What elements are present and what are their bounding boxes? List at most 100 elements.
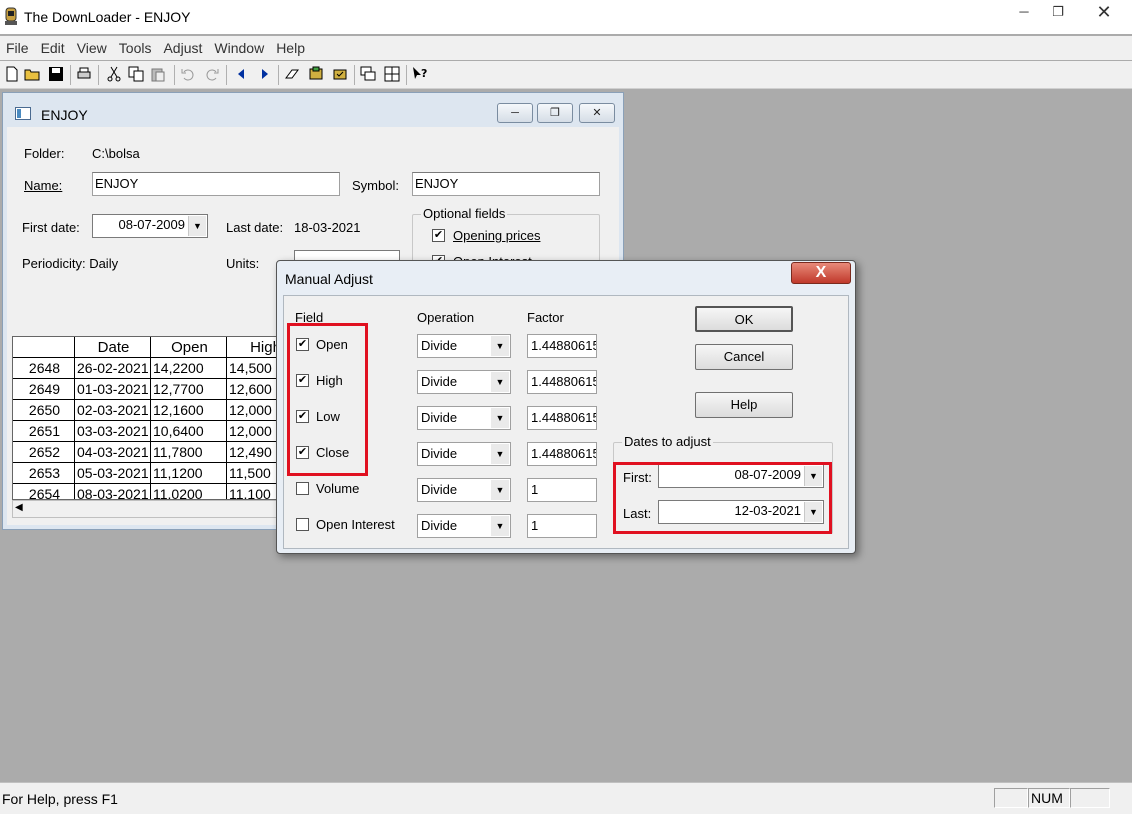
menu-adjust[interactable]: Adjust [157,40,208,56]
context-help-icon[interactable]: ? [412,66,428,82]
grid-cell[interactable]: 11,0200 [151,484,227,499]
dialog-body: Field Operation Factor ✔ Open Divide ▼ 1.448806… [283,295,849,549]
grid-row-number[interactable]: 2650 [13,400,75,421]
copy-icon[interactable] [128,66,144,82]
menu-edit[interactable]: Edit [35,40,71,56]
low-operation-select[interactable]: Divide ▼ [417,406,511,430]
new-file-icon[interactable] [4,66,20,82]
high-operation-select[interactable]: Divide ▼ [417,370,511,394]
grid-horizontal-scrollbar[interactable]: ◀ [12,500,302,518]
grid-corner-header[interactable] [13,337,75,358]
grid-row-number[interactable]: 2651 [13,421,75,442]
close-factor-input[interactable]: 1.44880615 [527,442,597,466]
chevron-down-icon[interactable]: ▼ [491,480,509,500]
undo-icon[interactable] [180,66,196,82]
close-icon[interactable]: ✕ [1080,2,1128,24]
menu-help[interactable]: Help [270,40,311,56]
chevron-down-icon[interactable]: ▼ [188,216,206,236]
grid-column-header[interactable]: Open [151,337,227,358]
grid-column-header[interactable]: Date [75,337,151,358]
menu-file[interactable]: File [0,40,35,56]
grid-cell[interactable]: 12,1600 [151,400,227,421]
child-restore-icon[interactable]: ❐ [537,103,573,123]
download-icon[interactable] [308,66,324,82]
open-interest-operation-select[interactable]: Divide ▼ [417,514,511,538]
grid-cell[interactable]: 11,1200 [151,463,227,484]
name-input[interactable]: ENJOY [92,172,340,196]
previous-arrow-icon[interactable] [234,66,250,82]
grid-cell[interactable]: 12,7700 [151,379,227,400]
open-interest-factor-input[interactable]: 1 [527,514,597,538]
child-minimize-icon[interactable]: ─ [497,103,533,123]
next-arrow-icon[interactable] [256,66,272,82]
cascade-windows-icon[interactable] [360,66,376,82]
open-factor-input[interactable]: 1.44880615 [527,334,597,358]
grid-cell[interactable]: 26-02-2021 [75,358,151,379]
opening-prices-checkbox[interactable]: ✔ [432,229,445,242]
volume-factor-input[interactable]: 1 [527,478,597,502]
first-date-value: 08-07-2009 [118,217,186,232]
optional-fields-title: Optional fields [421,206,508,221]
chevron-down-icon[interactable]: ▼ [491,408,509,428]
periodicity-label: Periodicity: Daily [22,256,119,271]
open-operation-select[interactable]: Divide ▼ [417,334,511,358]
restore-icon[interactable]: ❐ [1042,2,1074,24]
volume-operation-select[interactable]: Divide ▼ [417,478,511,502]
ok-button[interactable]: OK [695,306,793,332]
scroll-left-icon[interactable]: ◀ [15,502,23,513]
help-button[interactable]: Help [695,392,793,418]
redo-icon[interactable] [204,66,220,82]
grid-cell[interactable]: 03-03-2021 [75,421,151,442]
dates-to-adjust-title: Dates to adjust [622,434,713,449]
status-help-text: For Help, press F1 [2,791,118,807]
grid-cell[interactable]: 10,6400 [151,421,227,442]
grid-row-number[interactable]: 2654 [13,484,75,499]
grid-cell[interactable]: 11,7800 [151,442,227,463]
low-factor-input[interactable]: 1.44880615 [527,406,597,430]
grid-cell[interactable]: 01-03-2021 [75,379,151,400]
cancel-button[interactable]: Cancel [695,344,793,370]
grid-row-number[interactable]: 2649 [13,379,75,400]
chevron-down-icon[interactable]: ▼ [491,444,509,464]
grid-cell[interactable]: 08-03-2021 [75,484,151,499]
status-panel-scroll [1070,788,1110,808]
minimize-icon[interactable]: ─ [1008,2,1040,24]
operation-value: Divide [421,518,458,533]
grid-row-number[interactable]: 2648 [13,358,75,379]
dialog-close-button[interactable]: X [791,262,851,284]
open-folder-icon[interactable] [24,66,40,82]
print-icon[interactable] [76,66,92,82]
grid-cell[interactable]: 05-03-2021 [75,463,151,484]
menu-bar: File Edit View Tools Adjust Window Help [0,36,1132,60]
app-title: The DownLoader - ENJOY [24,9,191,25]
menu-window[interactable]: Window [208,40,270,56]
close-operation-select[interactable]: Divide ▼ [417,442,511,466]
volume-checkbox[interactable] [296,482,309,495]
save-icon[interactable] [48,66,64,82]
factor-header: Factor [527,310,564,325]
child-close-icon[interactable]: ✕ [579,103,615,123]
open-interest-checkbox[interactable] [296,518,309,531]
dates-highlight-box [613,462,832,534]
first-date-picker[interactable]: 08-07-2009 ▼ [92,214,208,238]
chevron-down-icon[interactable]: ▼ [491,372,509,392]
menu-tools[interactable]: Tools [113,40,158,56]
chevron-down-icon[interactable]: ▼ [491,336,509,356]
eraser-icon[interactable] [284,66,300,82]
operation-value: Divide [421,410,458,425]
chevron-down-icon[interactable]: ▼ [491,516,509,536]
child-title: ENJOY [41,107,88,123]
grid-cell[interactable]: 04-03-2021 [75,442,151,463]
cut-icon[interactable] [106,66,122,82]
tile-windows-icon[interactable] [384,66,400,82]
update-icon[interactable] [332,66,348,82]
symbol-input[interactable]: ENJOY [412,172,600,196]
price-data-grid[interactable]: Date Open High 2648 26-02-2021 14,2200 14,500 2… [12,336,302,500]
menu-view[interactable]: View [71,40,113,56]
grid-cell[interactable]: 02-03-2021 [75,400,151,421]
grid-row-number[interactable]: 2653 [13,463,75,484]
high-factor-input[interactable]: 1.44880615 [527,370,597,394]
paste-icon[interactable] [150,66,166,82]
grid-row-number[interactable]: 2652 [13,442,75,463]
grid-cell[interactable]: 14,2200 [151,358,227,379]
